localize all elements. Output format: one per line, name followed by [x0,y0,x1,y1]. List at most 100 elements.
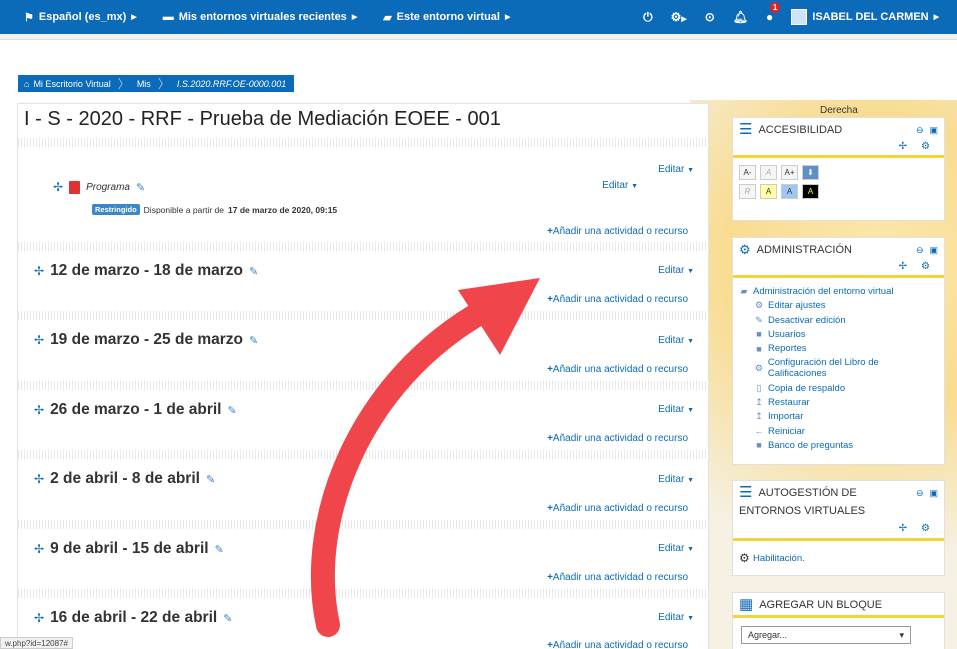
activity-edit-menu[interactable]: Editar ▼ [602,180,638,191]
move-icon[interactable]: ✢ [34,472,44,486]
dock-icon[interactable]: ▣ [929,125,938,136]
admin-item-users[interactable]: ■ Usuarios [754,329,938,340]
collapse-icon[interactable]: ⊖ [916,125,924,136]
gear-icon[interactable]: ⚙ [921,141,930,152]
section-edit-menu[interactable]: Editar ▼ [658,335,694,346]
admin-item-disable-editing[interactable]: ✎ Desactivar edición [754,315,938,326]
section-name[interactable]: 16 de abril - 22 de abril [50,609,217,627]
section-title: ✢ 9 de abril - 15 de abril ✎ [34,540,224,558]
gear-icon: ⚙ [739,551,750,565]
breadcrumb-home[interactable]: ⌂ Mi Escritorio Virtual [24,79,111,89]
power-icon[interactable]: ⏻ [643,10,653,25]
black-scheme-button[interactable]: A [802,184,819,199]
home-icon: ⌂ [24,78,30,89]
user-menu[interactable]: ISABEL DEL CARMEN ▶ [791,9,939,25]
folder-open-icon: ▰ [740,286,748,296]
pencil-icon[interactable]: ✎ [215,543,224,556]
pencil-icon[interactable]: ✎ [136,181,145,194]
add-activity-link[interactable]: +Añadir una actividad o recurso [547,572,688,583]
chat-icon[interactable]: ● 1 [766,2,781,24]
gear-icon[interactable]: ⚙ [921,261,930,272]
restriction-info: Restringido Disponible a partir de 17 de… [92,204,337,215]
bell-icon[interactable]: 🔔︎ [733,10,748,24]
section-edit-menu[interactable]: Editar ▼ [658,543,694,554]
admin-item-question-bank[interactable]: ■ Banco de preguntas [754,440,938,451]
admin-root-item[interactable]: ▰ Administración del entorno virtual [739,286,938,297]
caret-right-icon: ▶ [351,14,358,21]
block-title: ☰ AUTOGESTIÓN DE [739,485,938,500]
enable-link[interactable]: ⚙ Habilitación. [733,541,944,575]
section-name[interactable]: 12 de marzo - 18 de marzo [50,262,243,280]
red-arrow-annotation [310,278,540,637]
admin-item-import[interactable]: ↥ Importar [754,411,938,422]
section-name[interactable]: 19 de marzo - 25 de marzo [50,331,243,349]
add-activity-link[interactable]: +Añadir una actividad o recurso [547,640,688,649]
pencil-icon[interactable]: ✎ [228,404,237,417]
reset-color-button[interactable]: R [739,184,756,199]
language-menu[interactable]: ⚑ Español (es_mx) ▶ [24,11,137,24]
move-icon[interactable]: ✢ [34,542,44,556]
add-activity-link[interactable]: +Añadir una actividad o recurso [547,226,688,237]
dock-icon[interactable]: ▣ [929,245,938,256]
decrease-text-button[interactable]: A- [739,165,756,180]
section-edit-menu[interactable]: Editar ▼ [658,474,694,485]
move-icon[interactable]: ✢ [53,180,63,194]
recent-environments-menu[interactable]: ▬ Mis entornos virtuales recientes ▶ [163,11,358,23]
move-icon[interactable]: ✢ [34,403,44,417]
admin-item-reset[interactable]: ← Reiniciar [754,426,938,437]
settings-icon[interactable]: ⚙▶ [671,10,687,24]
move-icon[interactable]: ✢ [899,523,907,534]
reset-text-button[interactable]: A [760,165,777,180]
admin-item-reports[interactable]: ■ Reportes [754,343,938,354]
collapse-icon[interactable]: ⊖ [916,245,924,256]
admin-item-edit-settings[interactable]: ⚙ Editar ajustes [754,300,938,311]
section-name[interactable]: 2 de abril - 8 de abril [50,470,200,488]
add-activity-link[interactable]: +Añadir una actividad o recurso [547,503,688,514]
add-activity-link[interactable]: +Añadir una actividad o recurso [547,294,688,305]
collapse-icon[interactable]: ⊖ [916,488,924,499]
section-name[interactable]: 26 de marzo - 1 de abril [50,401,221,419]
gear-icon[interactable]: ⚙ [921,523,930,534]
edit-label: Editar [658,164,685,175]
admin-item-gradebook-setup[interactable]: ⚙ Configuración del Libro de Calificacion… [754,357,938,379]
dock-icon[interactable]: ▣ [929,488,938,499]
section-edit-menu[interactable]: Editar ▼ [658,404,694,415]
move-icon[interactable]: ✢ [899,261,907,272]
blue-scheme-button[interactable]: A [781,184,798,199]
add-activity-link[interactable]: +Añadir una actividad o recurso [547,433,688,444]
section-edit-menu[interactable]: Editar ▼ [658,164,694,175]
breadcrumb-current[interactable]: I.S.2020.RRF.OE-0000.001 [177,79,286,89]
section-edit-menu[interactable]: Editar ▼ [658,612,694,623]
add-activity-link[interactable]: +Añadir una actividad o recurso [547,364,688,375]
admin-item-label: Importar [768,411,804,423]
block-header: ☰ ACCESIBILIDAD ⊖ ▣ ✢ ⚙ [733,118,944,158]
block-controls: ⊖ ▣ [916,125,938,136]
admin-item-label: Banco de preguntas [768,439,854,451]
admin-item-backup[interactable]: ▯ Copia de respaldo [754,383,938,394]
block-edit-controls: ✢ ⚙ [899,261,930,272]
block-title-text: ACCESIBILIDAD [758,124,843,136]
pencil-icon[interactable]: ✎ [223,612,232,625]
increase-text-button[interactable]: A+ [781,165,798,180]
move-icon[interactable]: ✢ [34,611,44,625]
breadcrumb-mine[interactable]: Mis [137,79,151,89]
caret-right-icon: ▶ [933,14,939,21]
file-icon: ▯ [756,382,762,393]
section-name[interactable]: 9 de abril - 15 de abril [50,540,209,558]
flag-icon: ⚑ [24,11,34,24]
this-environment-menu[interactable]: ▰ Este entorno virtual ▶ [383,11,510,24]
pencil-icon[interactable]: ✎ [249,265,258,278]
admin-root-label: Administración del entorno virtual [753,286,894,297]
section-edit-menu[interactable]: Editar ▼ [658,265,694,276]
save-settings-icon[interactable]: ⬇ [802,165,819,180]
add-block-select[interactable]: Agregar... ▾ [741,626,911,644]
move-icon[interactable]: ✢ [34,264,44,278]
activity-link[interactable]: Programa [86,182,130,193]
pencil-icon[interactable]: ✎ [206,473,215,486]
move-icon[interactable]: ✢ [899,141,907,152]
pencil-icon[interactable]: ✎ [249,334,258,347]
yellow-scheme-button[interactable]: A [760,184,777,199]
move-icon[interactable]: ✢ [34,333,44,347]
target-icon[interactable]: ⊙ [705,10,715,24]
admin-item-restore[interactable]: ↥ Restaurar [754,397,938,408]
